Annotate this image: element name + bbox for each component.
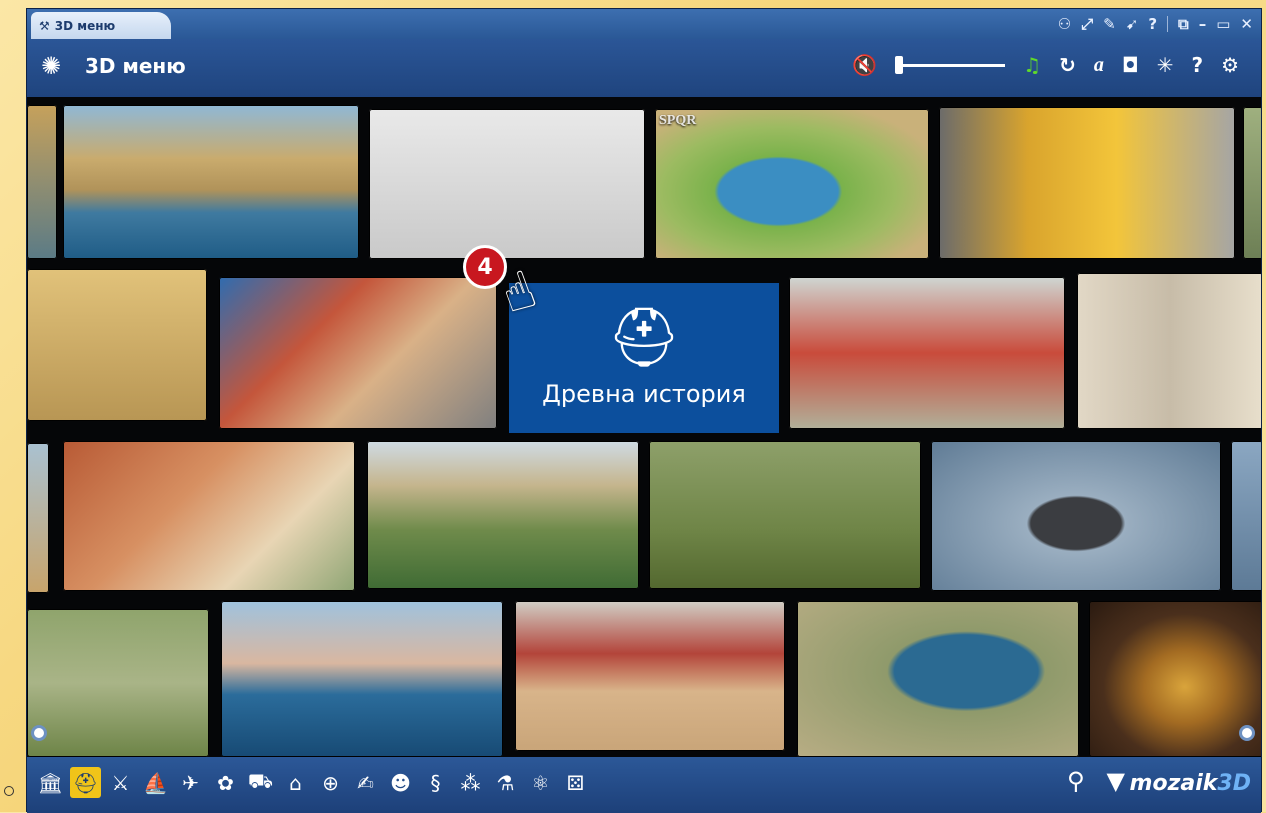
- bottom-tools: ⚲ ▼: [1067, 767, 1125, 795]
- wand-icon: ⚒: [39, 18, 50, 33]
- page-title: 3D меню: [85, 54, 186, 78]
- tile-pyramid[interactable]: [789, 277, 1065, 429]
- tile-coast-edge[interactable]: [27, 443, 49, 593]
- bottom-bar: 🏛 ⛑ ⚔ ⛵ ✈ ✿ ⛟ ⌂ ⊕ ✍ ☻ § ⁂ ⚗ ⚛ ⚄ ⚲ ▼ moza…: [27, 757, 1261, 813]
- map-caption: SPQR: [659, 113, 697, 128]
- tab-strip: ⚒ 3D меню ⚇ ⤢ ✎ ➹ ? ⧉ – ▭ ✕: [27, 9, 1261, 39]
- tab-3d-menu[interactable]: ⚒ 3D меню: [31, 12, 171, 39]
- car-icon[interactable]: ⛟: [245, 767, 276, 798]
- tile-sky-edge[interactable]: [1231, 441, 1261, 591]
- tile-aqueduct[interactable]: [367, 441, 639, 589]
- brand-suffix: 3D: [1217, 771, 1251, 796]
- tile-trireme[interactable]: [221, 601, 503, 757]
- resize-icon[interactable]: ⤢: [1081, 15, 1093, 33]
- mute-speaker-icon[interactable]: 🔇: [852, 53, 877, 77]
- tile-roman-fort[interactable]: [27, 609, 209, 757]
- airplane-icon[interactable]: ✈: [175, 767, 206, 798]
- question-icon[interactable]: ?: [1148, 15, 1157, 33]
- tile-roman-catapult[interactable]: [369, 109, 645, 259]
- tile-roman-house[interactable]: [219, 277, 497, 429]
- tile-desert-village[interactable]: [27, 269, 207, 421]
- volume-track: [895, 63, 1006, 67]
- tile-columns[interactable]: [1077, 273, 1261, 429]
- title-bar: ✺ 3D меню 🔇 ♫ ↻ a ◘ ✳ ? ⚙: [27, 39, 1261, 97]
- globe-icon[interactable]: ⊕: [315, 767, 346, 798]
- dna-icon[interactable]: §: [420, 767, 451, 798]
- spartan-helmet-icon: ⛑: [607, 303, 681, 371]
- ship-icon[interactable]: ⛵: [140, 767, 171, 798]
- category-label: Древна история: [542, 380, 746, 408]
- maximize-icon[interactable]: ▭: [1216, 15, 1230, 33]
- refresh-icon[interactable]: ↻: [1059, 53, 1076, 77]
- scroll-left-indicator[interactable]: [31, 725, 47, 741]
- volume-slider[interactable]: [895, 55, 1006, 75]
- scroll-right-indicator[interactable]: [1239, 725, 1255, 741]
- tile-spqr-map[interactable]: SPQR: [655, 109, 929, 259]
- camera-icon[interactable]: ◘: [1122, 53, 1139, 77]
- brand-logo: mozaik3D: [1130, 771, 1251, 796]
- dice-icon[interactable]: ⚄: [560, 767, 591, 798]
- music-note-icon[interactable]: ♫: [1023, 53, 1041, 77]
- atom-icon[interactable]: ⚛: [525, 767, 556, 798]
- tile-gladiators[interactable]: [515, 601, 785, 751]
- pointer-icon[interactable]: ➹: [1126, 15, 1139, 33]
- armor-icon[interactable]: ⚔: [105, 767, 136, 798]
- window-controls: ⚇ ⤢ ✎ ➹ ? ⧉ – ▭ ✕: [1058, 13, 1253, 35]
- burst-logo-icon: ✺: [41, 52, 62, 80]
- gear-icon[interactable]: ⚙: [1221, 53, 1239, 77]
- separator: [1167, 16, 1169, 32]
- filter-icon[interactable]: ▼: [1107, 767, 1125, 795]
- tile-temple-cutaway[interactable]: [939, 107, 1235, 259]
- pencil-icon[interactable]: ✎: [1103, 15, 1116, 33]
- spartan-helmet-icon[interactable]: ⛑: [70, 767, 101, 798]
- external-icon[interactable]: ⧉: [1178, 15, 1189, 33]
- brand-text: mozaik: [1129, 771, 1218, 796]
- factory-icon[interactable]: ⌂: [280, 767, 311, 798]
- help-icon[interactable]: ?: [1191, 53, 1203, 77]
- molecule-icon[interactable]: ⁂: [455, 767, 486, 798]
- tile-egyptian-ship[interactable]: [27, 105, 57, 259]
- tile-landscape-edge[interactable]: [1243, 107, 1261, 259]
- category-bar: 🏛 ⛑ ⚔ ⛵ ✈ ✿ ⛟ ⌂ ⊕ ✍ ☻ § ⁂ ⚗ ⚛ ⚄: [35, 767, 591, 798]
- share-icon[interactable]: ⚇: [1058, 15, 1071, 33]
- close-icon[interactable]: ✕: [1240, 15, 1253, 33]
- tile-roman-town[interactable]: [63, 441, 355, 591]
- category-ancient-history[interactable]: ⛑ Древна история: [509, 283, 779, 433]
- page-indicator: [4, 786, 14, 796]
- tile-hammurabi-stele[interactable]: [931, 441, 1221, 591]
- app-window: ⚒ 3D меню ⚇ ⤢ ✎ ➹ ? ⧉ – ▭ ✕ ✺ 3D меню 🔇 …: [26, 8, 1262, 813]
- tile-roman-camp[interactable]: [649, 441, 921, 589]
- tile-egyptian-ship[interactable]: [63, 105, 359, 259]
- toolbar: 🔇 ♫ ↻ a ◘ ✳ ? ⚙: [852, 53, 1239, 77]
- tile-aegean-map[interactable]: [797, 601, 1079, 757]
- font-style-icon[interactable]: a: [1094, 54, 1104, 77]
- volume-knob[interactable]: [895, 56, 904, 74]
- chemistry-icon[interactable]: ⚗: [490, 767, 521, 798]
- plants-icon[interactable]: ✿: [210, 767, 241, 798]
- gallery: SPQR ⛑ Древна история 4 ☝: [27, 97, 1261, 757]
- tab-label: 3D меню: [54, 18, 116, 33]
- sparkle-icon[interactable]: ✳: [1157, 53, 1174, 77]
- search-icon[interactable]: ⚲: [1067, 767, 1085, 795]
- anatomy-icon[interactable]: ☻: [385, 767, 416, 798]
- column-icon[interactable]: 🏛: [35, 767, 66, 798]
- art-icon[interactable]: ✍: [350, 767, 381, 798]
- tile-sarcophagus[interactable]: [1089, 601, 1261, 757]
- minimize-icon[interactable]: –: [1199, 15, 1207, 33]
